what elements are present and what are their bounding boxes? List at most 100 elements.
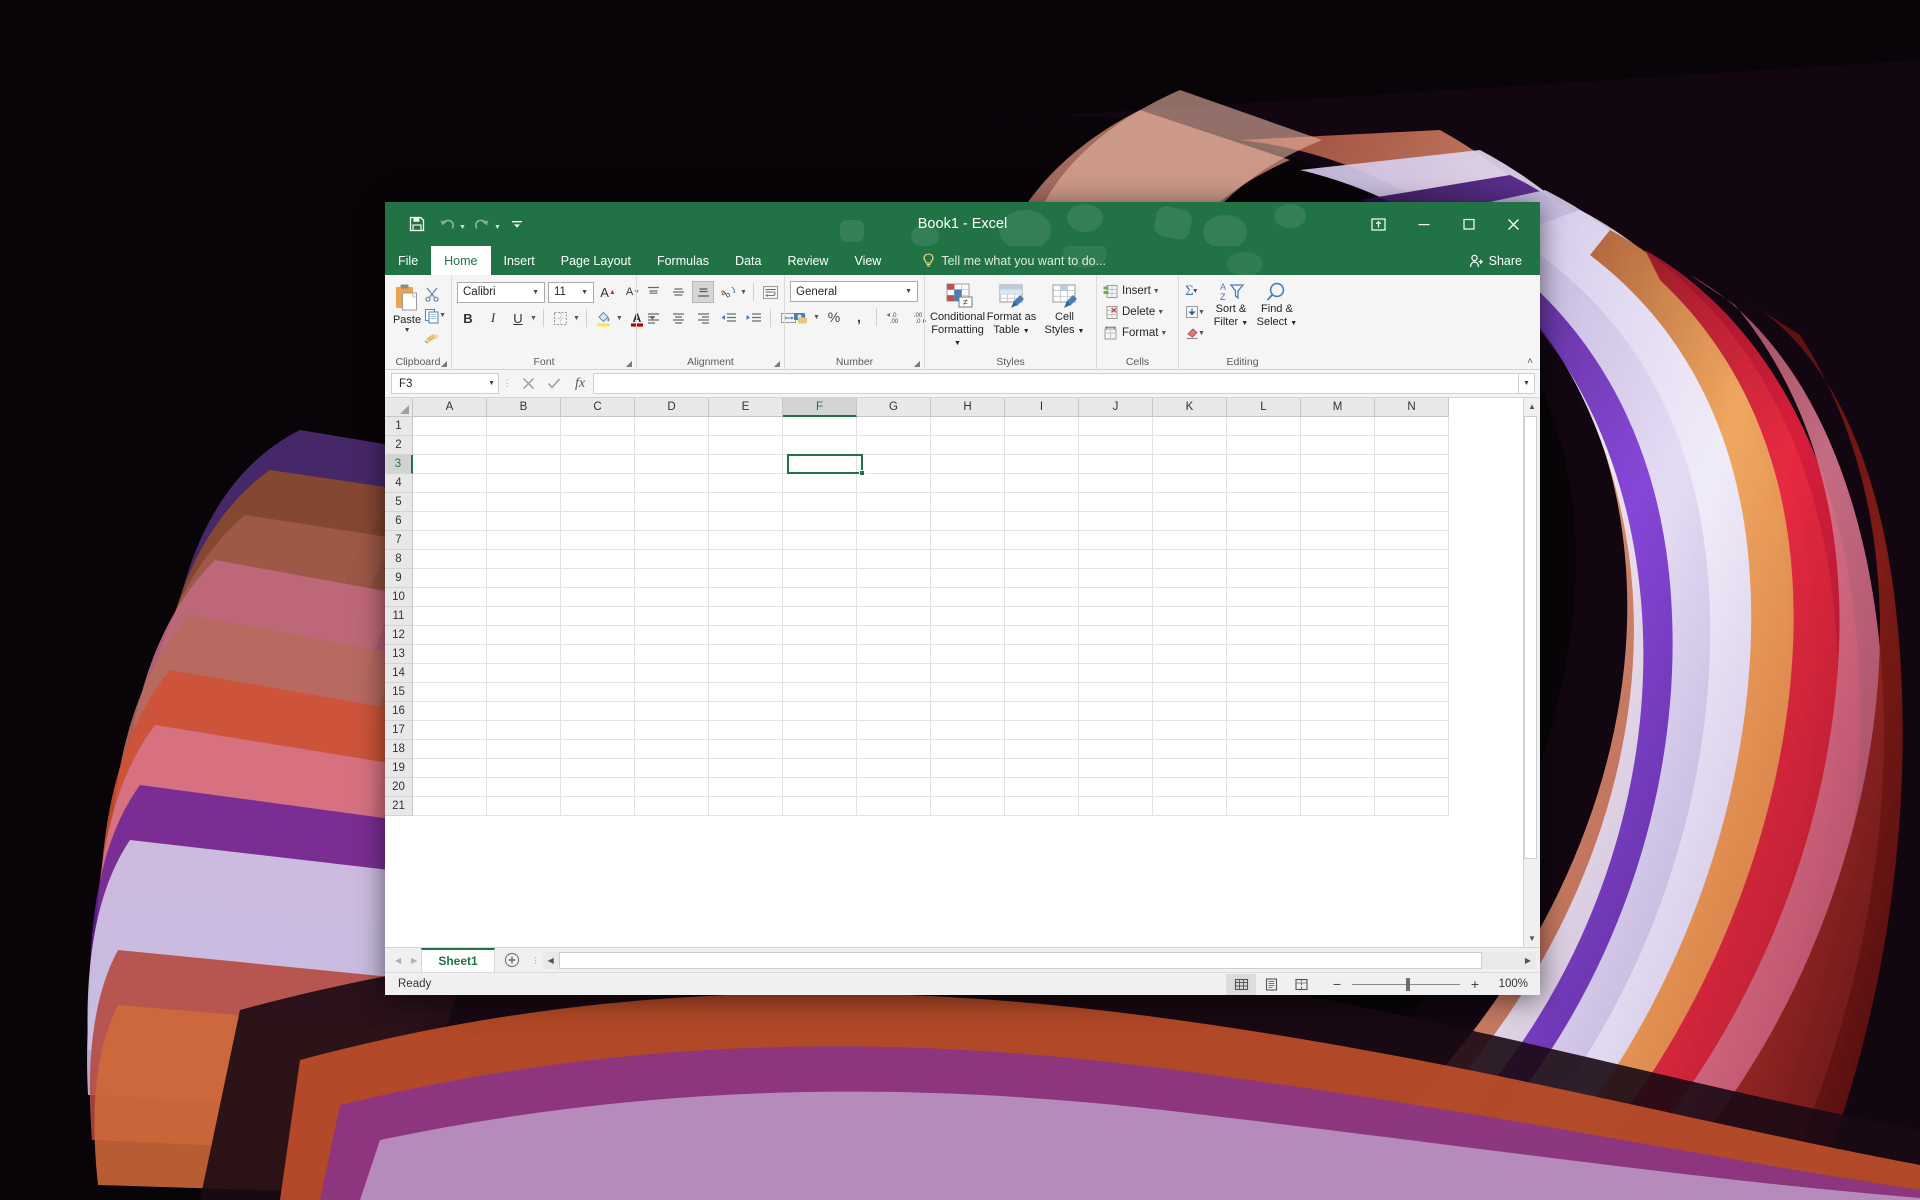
cell-C8[interactable] (561, 550, 635, 569)
cell-C6[interactable] (561, 512, 635, 531)
cell-L18[interactable] (1227, 740, 1301, 759)
column-header-E[interactable]: E (709, 398, 783, 417)
cell-A19[interactable] (413, 759, 487, 778)
cell-G21[interactable] (857, 797, 931, 816)
cell-J2[interactable] (1079, 436, 1153, 455)
cell-M20[interactable] (1301, 778, 1375, 797)
cell-A20[interactable] (413, 778, 487, 797)
cell-M5[interactable] (1301, 493, 1375, 512)
cell-H15[interactable] (931, 683, 1005, 702)
cell-M4[interactable] (1301, 474, 1375, 493)
delete-dropdown-caret[interactable]: ▼ (1157, 309, 1164, 316)
redo-dropdown-caret[interactable]: ▼ (494, 224, 501, 231)
cell-B13[interactable] (487, 645, 561, 664)
tab-formulas[interactable]: Formulas (644, 246, 722, 275)
row-header-7[interactable]: 7 (385, 531, 413, 550)
orientation-button[interactable]: ab (717, 281, 739, 303)
cell-L8[interactable] (1227, 550, 1301, 569)
cell-F11[interactable] (783, 607, 857, 626)
cell-D4[interactable] (635, 474, 709, 493)
cell-J21[interactable] (1079, 797, 1153, 816)
format-dropdown-caret[interactable]: ▼ (1160, 330, 1167, 337)
cell-B5[interactable] (487, 493, 561, 512)
row-header-19[interactable]: 19 (385, 759, 413, 778)
tab-data[interactable]: Data (722, 246, 774, 275)
cell-E10[interactable] (709, 588, 783, 607)
cell-K11[interactable] (1153, 607, 1227, 626)
copy-button[interactable]: ▼ (424, 306, 446, 325)
cell-M14[interactable] (1301, 664, 1375, 683)
cell-J18[interactable] (1079, 740, 1153, 759)
paste-dropdown-caret[interactable]: ▼ (404, 327, 411, 334)
undo-dropdown-caret[interactable]: ▼ (459, 224, 466, 231)
paste-button[interactable]: Paste ▼ (390, 281, 424, 334)
cell-E4[interactable] (709, 474, 783, 493)
row-header-12[interactable]: 12 (385, 626, 413, 645)
cell-D5[interactable] (635, 493, 709, 512)
center-align-button[interactable] (667, 307, 689, 329)
cell-B11[interactable] (487, 607, 561, 626)
insert-cells-button[interactable]: Insert ▼ (1103, 281, 1160, 301)
cell-L1[interactable] (1227, 417, 1301, 436)
cell-G19[interactable] (857, 759, 931, 778)
cell-J16[interactable] (1079, 702, 1153, 721)
cut-button[interactable] (424, 284, 446, 303)
cell-E9[interactable] (709, 569, 783, 588)
cell-A4[interactable] (413, 474, 487, 493)
cell-B19[interactable] (487, 759, 561, 778)
row-header-17[interactable]: 17 (385, 721, 413, 740)
row-header-20[interactable]: 20 (385, 778, 413, 797)
cell-J8[interactable] (1079, 550, 1153, 569)
cell-N2[interactable] (1375, 436, 1449, 455)
cell-B18[interactable] (487, 740, 561, 759)
cell-N3[interactable] (1375, 455, 1449, 474)
cell-E14[interactable] (709, 664, 783, 683)
font-size-caret[interactable]: ▼ (578, 289, 591, 296)
cell-C1[interactable] (561, 417, 635, 436)
conditional-formatting-button[interactable]: ≠ Conditional Formatting ▼ (930, 281, 985, 351)
cell-D16[interactable] (635, 702, 709, 721)
enter-formula-icon[interactable] (541, 373, 567, 394)
name-box[interactable]: F3 ▼ (391, 373, 499, 394)
cell-J7[interactable] (1079, 531, 1153, 550)
row-header-13[interactable]: 13 (385, 645, 413, 664)
cell-F4[interactable] (783, 474, 857, 493)
cell-H3[interactable] (931, 455, 1005, 474)
cell-A15[interactable] (413, 683, 487, 702)
row-header-4[interactable]: 4 (385, 474, 413, 493)
cell-K19[interactable] (1153, 759, 1227, 778)
bottom-align-button[interactable] (692, 281, 714, 303)
cell-H14[interactable] (931, 664, 1005, 683)
cell-L20[interactable] (1227, 778, 1301, 797)
align-right-button[interactable] (692, 307, 714, 329)
delete-cells-button[interactable]: Delete ▼ (1103, 302, 1164, 322)
borders-button[interactable] (550, 307, 572, 329)
cell-F8[interactable] (783, 550, 857, 569)
cell-K6[interactable] (1153, 512, 1227, 531)
number-dialog-launcher[interactable]: ◢ (914, 359, 920, 368)
format-cells-button[interactable]: Format ▼ (1103, 323, 1167, 343)
borders-dropdown-caret[interactable]: ▼ (573, 315, 580, 322)
cell-L3[interactable] (1227, 455, 1301, 474)
cell-C7[interactable] (561, 531, 635, 550)
copy-dropdown-caret[interactable]: ▼ (439, 312, 446, 319)
cell-D1[interactable] (635, 417, 709, 436)
cell-H13[interactable] (931, 645, 1005, 664)
cell-M21[interactable] (1301, 797, 1375, 816)
cell-B10[interactable] (487, 588, 561, 607)
cell-N17[interactable] (1375, 721, 1449, 740)
fill-color-button[interactable] (593, 307, 615, 329)
cell-K2[interactable] (1153, 436, 1227, 455)
font-size-combo[interactable]: 11 ▼ (548, 281, 594, 303)
cell-B16[interactable] (487, 702, 561, 721)
cell-I19[interactable] (1005, 759, 1079, 778)
next-sheet-icon[interactable]: ▶ (411, 956, 417, 965)
cell-E1[interactable] (709, 417, 783, 436)
cell-K15[interactable] (1153, 683, 1227, 702)
cell-M15[interactable] (1301, 683, 1375, 702)
cancel-formula-icon[interactable] (515, 373, 541, 394)
cell-A3[interactable] (413, 455, 487, 474)
row-header-14[interactable]: 14 (385, 664, 413, 683)
cell-L12[interactable] (1227, 626, 1301, 645)
cell-E15[interactable] (709, 683, 783, 702)
